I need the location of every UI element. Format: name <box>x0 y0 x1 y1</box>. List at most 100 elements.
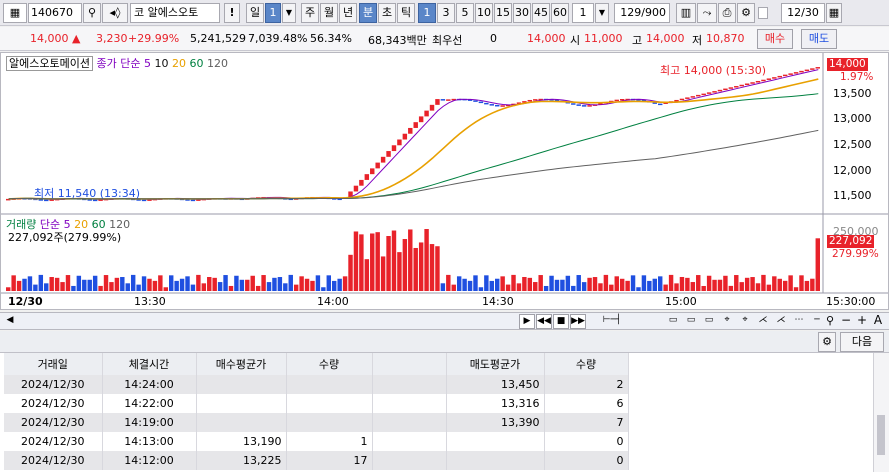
volume-bar <box>581 282 587 291</box>
period-month[interactable]: 월 <box>320 3 338 23</box>
y-tick-12000: 12,000 <box>833 164 872 177</box>
volume-bar <box>446 274 451 291</box>
table-cell <box>446 432 545 451</box>
gear-icon[interactable]: ⚙ <box>737 3 755 23</box>
table-cell <box>372 413 447 432</box>
interval-15[interactable]: 15 <box>494 3 512 23</box>
grid-icon[interactable]: ▦ <box>3 3 27 23</box>
table-cell: 2024/12/30 <box>4 413 103 432</box>
date-field[interactable]: 12/30 <box>781 3 825 23</box>
tool-icon-2[interactable]: ▭ <box>683 314 699 329</box>
line-icon[interactable]: ⤳ <box>697 3 717 23</box>
volume-bar <box>630 275 636 291</box>
interval-1[interactable]: 1 <box>418 3 436 23</box>
x-tick-1400: 14:00 <box>317 295 349 308</box>
alert-button[interactable]: ! <box>224 3 240 23</box>
candle <box>679 98 685 101</box>
col-buy-avg: 매수평균가 <box>196 353 287 375</box>
zoom-out-icon[interactable]: − <box>838 314 854 329</box>
date-checkbox[interactable] <box>758 7 768 19</box>
zoom-in-icon[interactable]: + <box>854 314 870 329</box>
interval-45[interactable]: 45 <box>532 3 550 23</box>
dropdown-icon[interactable]: ▼ <box>282 3 296 23</box>
table-cell <box>372 394 447 413</box>
high-price: 14,000 <box>646 32 685 45</box>
table-row[interactable]: 2024/12/30 14:19:00 13,390 7 <box>4 413 629 432</box>
tool-icon-8[interactable]: ⋯ <box>791 314 807 329</box>
tool-icon-1[interactable]: ▭ <box>665 314 681 329</box>
volume-bar <box>565 275 571 291</box>
chart-area[interactable] <box>0 52 889 310</box>
stop-icon[interactable]: ■ <box>553 314 569 329</box>
chart-scrollbar[interactable]: ◀ ▶ ◀◀ ■ ▶▶ ⊢─┤ ▭ ▭ ▭ ⌖ ⌖ ⋌ ⋌ ⋯ ─ ⚲ − + … <box>0 312 889 330</box>
count-field[interactable]: 129/900 <box>614 3 670 23</box>
forward-icon[interactable]: ▶▶ <box>570 314 586 329</box>
candle <box>658 103 663 106</box>
tool-icon-6[interactable]: ⋌ <box>755 314 771 329</box>
volume-bar <box>429 244 435 291</box>
interval-10[interactable]: 10 <box>475 3 493 23</box>
candle-icon[interactable]: ▥ <box>676 3 696 23</box>
table-cell: 2 <box>544 375 629 394</box>
period-second[interactable]: 초 <box>378 3 396 23</box>
scroll-thumb[interactable] <box>877 415 885 455</box>
period-day-count[interactable]: 1 <box>265 3 281 23</box>
volume-bar <box>196 274 201 291</box>
amount: 68,343백만 <box>368 34 427 47</box>
font-size-icon[interactable]: A <box>870 314 886 329</box>
table-row[interactable]: 2024/12/30 14:12:00 13,225 17 0 <box>4 451 629 470</box>
interval-dropdown-icon[interactable]: ▼ <box>595 3 609 23</box>
table-cell: 13,450 <box>446 375 545 394</box>
candle <box>619 99 625 101</box>
volume-current: 227,092주(279.99%) <box>8 231 122 244</box>
zoom-slider[interactable]: ⊢─┤ <box>592 314 632 329</box>
table-cell <box>286 394 373 413</box>
volume-bar <box>723 275 728 291</box>
rewind-icon[interactable]: ◀◀ <box>536 314 552 329</box>
table-row[interactable]: 2024/12/30 14:24:00 13,450 2 <box>4 375 629 394</box>
zoom-search-icon[interactable]: ⚲ <box>822 314 838 329</box>
scroll-left-icon[interactable]: ◀ <box>2 314 18 329</box>
candle <box>581 105 587 107</box>
candle <box>375 162 380 169</box>
tool-icon-3[interactable]: ▭ <box>701 314 717 329</box>
buy-button[interactable]: 매수 <box>757 29 793 49</box>
interval-5[interactable]: 5 <box>456 3 474 23</box>
panel-gear-icon[interactable]: ⚙ <box>818 332 836 352</box>
table-row[interactable]: 2024/12/30 14:22:00 13,316 6 <box>4 394 629 413</box>
stock-name-field[interactable]: 코 알에스오토 <box>130 3 220 23</box>
tool-icon-5[interactable]: ⌖ <box>737 314 753 329</box>
calendar-icon[interactable]: ▦ <box>826 3 842 23</box>
candle <box>734 86 739 88</box>
search-icon[interactable]: ⚲ <box>83 3 101 23</box>
period-year[interactable]: 년 <box>339 3 357 23</box>
volume-bar <box>402 239 408 291</box>
period-week[interactable]: 주 <box>301 3 319 23</box>
sell-button[interactable]: 매도 <box>801 29 837 49</box>
scroll-right-icon[interactable]: ▶ <box>519 314 535 329</box>
candle <box>413 122 418 128</box>
period-day[interactable]: 일 <box>246 3 264 23</box>
period-tick[interactable]: 틱 <box>397 3 415 23</box>
volume-bar <box>158 275 163 291</box>
tool-icon-7[interactable]: ⋌ <box>773 314 789 329</box>
tool-icon-4[interactable]: ⌖ <box>719 314 735 329</box>
period-minute[interactable]: 분 <box>359 3 377 23</box>
price-tag: 14,000 <box>827 58 868 71</box>
interval-3[interactable]: 3 <box>437 3 455 23</box>
stock-code-input[interactable]: 140670 ▾ <box>28 3 82 37</box>
interval-input[interactable]: 1 <box>572 3 594 23</box>
interval-60[interactable]: 60 <box>551 3 569 23</box>
next-button[interactable]: 다음 <box>840 332 884 352</box>
interval-30[interactable]: 30 <box>513 3 531 23</box>
volume-bar <box>511 274 516 291</box>
table-vertical-scrollbar[interactable] <box>873 353 889 472</box>
volume-bar <box>625 280 630 291</box>
candle <box>391 145 397 152</box>
high-label: 고 <box>632 34 643 47</box>
ma-line-60 <box>8 93 819 200</box>
trade-panel-header: ⚙ 다음 <box>0 331 889 353</box>
table-row[interactable]: 2024/12/30 14:13:00 13,190 1 0 <box>4 432 629 451</box>
speaker-icon[interactable]: ◂◊ <box>102 3 128 23</box>
print-icon[interactable]: ⎙ <box>718 3 736 23</box>
